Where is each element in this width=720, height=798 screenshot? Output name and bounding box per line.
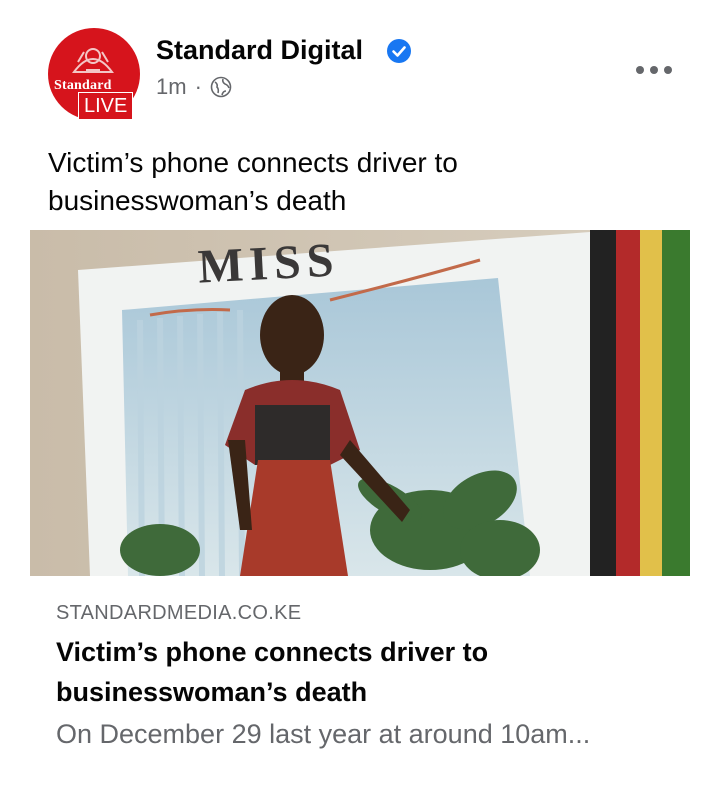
link-preview[interactable]: STANDARDMEDIA.CO.KE Victim’s phone conne… xyxy=(30,576,690,798)
article-photo[interactable]: MISS xyxy=(30,230,690,576)
globe-icon[interactable] xyxy=(210,76,232,98)
post-header: Standard LIVE Standard Digital 1m · xyxy=(48,28,688,128)
crest-icon xyxy=(72,48,114,73)
link-domain: STANDARDMEDIA.CO.KE xyxy=(56,602,302,624)
meta-separator: · xyxy=(194,74,202,99)
post-time-link[interactable]: 1m xyxy=(156,74,187,100)
live-badge: LIVE xyxy=(78,92,134,120)
article-photo-illustration xyxy=(30,230,690,576)
page-avatar[interactable]: Standard LIVE xyxy=(48,28,140,120)
link-title[interactable]: Victim’s phone connects driver to busine… xyxy=(56,632,656,712)
page-name-link[interactable]: Standard Digital xyxy=(156,34,363,66)
post-text: Victim’s phone connects driver to busine… xyxy=(48,147,458,216)
verified-badge-icon xyxy=(387,39,411,63)
link-description: On December 29 last year at around 10am.… xyxy=(56,719,591,749)
more-options-icon[interactable] xyxy=(636,64,672,76)
poster-heading: MISS xyxy=(196,233,341,294)
post-meta: 1m · xyxy=(156,74,232,100)
